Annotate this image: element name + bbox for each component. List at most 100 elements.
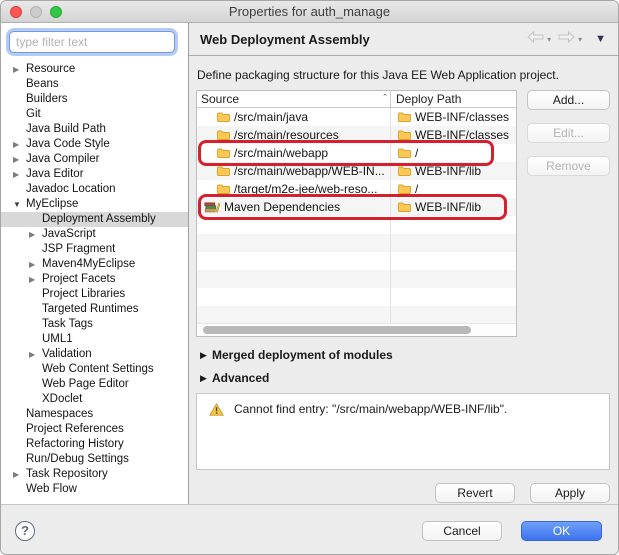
chevron-right-icon[interactable]: ▶ [13,467,26,482]
add-button[interactable]: Add... [527,90,610,110]
sidebar-item-project-libraries[interactable]: Project Libraries [1,287,188,302]
sidebar-item-javadoc-location[interactable]: Javadoc Location [1,182,188,197]
sidebar-item-targeted-runtimes[interactable]: Targeted Runtimes [1,302,188,317]
table-row-empty [197,306,516,324]
sidebar-item-myeclipse[interactable]: ▼MyEclipse [1,197,188,212]
ok-button[interactable]: OK [521,521,602,541]
sidebar-item-run-debug-settings[interactable]: Run/Debug Settings [1,452,188,467]
sidebar-item-label: Maven4MyEclipse [42,257,135,272]
sidebar-item-label: Java Build Path [26,122,106,137]
source-cell: /src/main/resources [197,126,391,144]
sidebar-item-label: Project Facets [42,272,116,287]
sidebar-item-project-facets[interactable]: ▶Project Facets [1,272,188,287]
deploy-path-cell: WEB-INF/lib [391,162,481,180]
sidebar-item-label: MyEclipse [26,197,78,212]
sidebar-item-resource[interactable]: ▶Resource [1,62,188,77]
chevron-right-icon[interactable]: ▶ [13,152,26,167]
chevron-right-icon[interactable]: ▶ [29,227,42,242]
main-panel: Web Deployment Assembly ▾ ▾ ▼ Define pac… [189,23,618,504]
filter-input[interactable] [9,31,175,53]
column-header-deploy-path[interactable]: Deploy Path [391,92,461,106]
cancel-button[interactable]: Cancel [422,521,502,541]
section-label: Advanced [212,371,269,385]
source-path: /src/main/webapp [234,146,328,160]
sidebar-item-label: Web Content Settings [42,362,154,377]
table-row[interactable]: /src/main/webapp / [197,144,516,162]
sidebar-item-web-content-settings[interactable]: Web Content Settings [1,362,188,377]
chevron-right-icon[interactable]: ▶ [29,347,42,362]
chevron-right-icon[interactable]: ▶ [198,350,212,361]
source-cell [197,306,391,324]
chevron-right-icon[interactable]: ▶ [198,373,212,384]
sidebar-item-java-code-style[interactable]: ▶Java Code Style [1,137,188,152]
folder-icon [398,130,411,140]
deploy-path-cell [391,216,398,234]
sidebar-item-git[interactable]: Git [1,107,188,122]
sidebar-item-maven4myeclipse[interactable]: ▶Maven4MyEclipse [1,257,188,272]
help-button[interactable]: ? [15,521,35,541]
sidebar-item-label: Task Repository [26,467,108,482]
folder-icon [398,166,411,176]
sidebar-item-javascript[interactable]: ▶JavaScript [1,227,188,242]
sidebar-item-xdoclet[interactable]: XDoclet [1,392,188,407]
sidebar-item-label: Java Code Style [26,137,110,152]
table-row-empty [197,216,516,234]
sort-ascending-icon: ˆ [383,95,390,103]
chevron-right-icon[interactable]: ▶ [29,272,42,287]
sidebar-item-label: Builders [26,92,68,107]
sidebar-item-namespaces[interactable]: Namespaces [1,407,188,422]
view-menu-icon[interactable]: ▼ [595,33,606,45]
nav-toolbar: ▾ ▾ ▼ [527,30,606,48]
sidebar-item-task-repository[interactable]: ▶Task Repository [1,467,188,482]
deploy-path-cell: / [391,144,418,162]
source-path: Maven Dependencies [224,200,340,214]
chevron-right-icon[interactable]: ▶ [13,167,26,182]
sidebar-item-label: Run/Debug Settings [26,452,129,467]
forward-icon[interactable] [558,30,575,48]
table-row[interactable]: /target/m2e-jee/web-reso.../ [197,180,516,198]
sidebar-item-java-build-path[interactable]: Java Build Path [1,122,188,137]
sidebar-item-web-flow[interactable]: Web Flow [1,482,188,497]
scrollbar-thumb[interactable] [203,326,471,334]
table-row[interactable]: /src/main/resourcesWEB-INF/classes [197,126,516,144]
horizontal-scrollbar[interactable] [197,323,516,336]
deploy-path: / [415,146,418,160]
sidebar-item-task-tags[interactable]: Task Tags [1,317,188,332]
column-source-label: Source [201,92,383,106]
chevron-down-icon[interactable]: ▼ [13,197,26,212]
table-buttons: Add...Edit...Remove [527,90,610,337]
section-merged-deployment-of-modules[interactable]: ▶Merged deployment of modules [198,347,610,363]
sidebar-item-jsp-fragment[interactable]: JSP Fragment [1,242,188,257]
sidebar-item-uml1[interactable]: UML1 [1,332,188,347]
table-row[interactable]: /src/main/javaWEB-INF/classes [197,108,516,126]
chevron-right-icon[interactable]: ▶ [13,62,26,77]
apply-button[interactable]: Apply [530,483,610,503]
forward-dropdown-icon[interactable]: ▾ [578,35,582,44]
sidebar-item-web-page-editor[interactable]: Web Page Editor [1,377,188,392]
chevron-right-icon[interactable]: ▶ [29,257,42,272]
folder-icon [217,112,230,122]
sidebar-item-builders[interactable]: Builders [1,92,188,107]
table-row[interactable]: /src/main/webapp/WEB-IN...WEB-INF/lib [197,162,516,180]
sidebar-item-validation[interactable]: ▶Validation [1,347,188,362]
chevron-right-icon[interactable]: ▶ [13,137,26,152]
revert-button[interactable]: Revert [435,483,515,503]
deploy-path-cell [391,270,398,288]
window-title: Properties for auth_manage [1,4,618,19]
sidebar-item-label: Javadoc Location [26,182,116,197]
sidebar-item-label: XDoclet [42,392,82,407]
back-dropdown-icon[interactable]: ▾ [547,35,551,44]
title-bar[interactable]: Properties for auth_manage [1,1,618,23]
folder-icon [217,184,230,194]
sidebar-item-deployment-assembly[interactable]: Deployment Assembly [1,212,188,227]
sidebar-item-refactoring-history[interactable]: Refactoring History [1,437,188,452]
column-header-source[interactable]: Source ˆ [197,91,391,107]
sidebar-item-java-editor[interactable]: ▶Java Editor [1,167,188,182]
section-advanced[interactable]: ▶Advanced [198,370,610,386]
deploy-path-cell [391,252,398,270]
sidebar-item-java-compiler[interactable]: ▶Java Compiler [1,152,188,167]
back-icon[interactable] [527,30,544,48]
sidebar-item-project-references[interactable]: Project References [1,422,188,437]
table-row[interactable]: Maven DependenciesWEB-INF/lib [197,198,516,216]
sidebar-item-beans[interactable]: Beans [1,77,188,92]
